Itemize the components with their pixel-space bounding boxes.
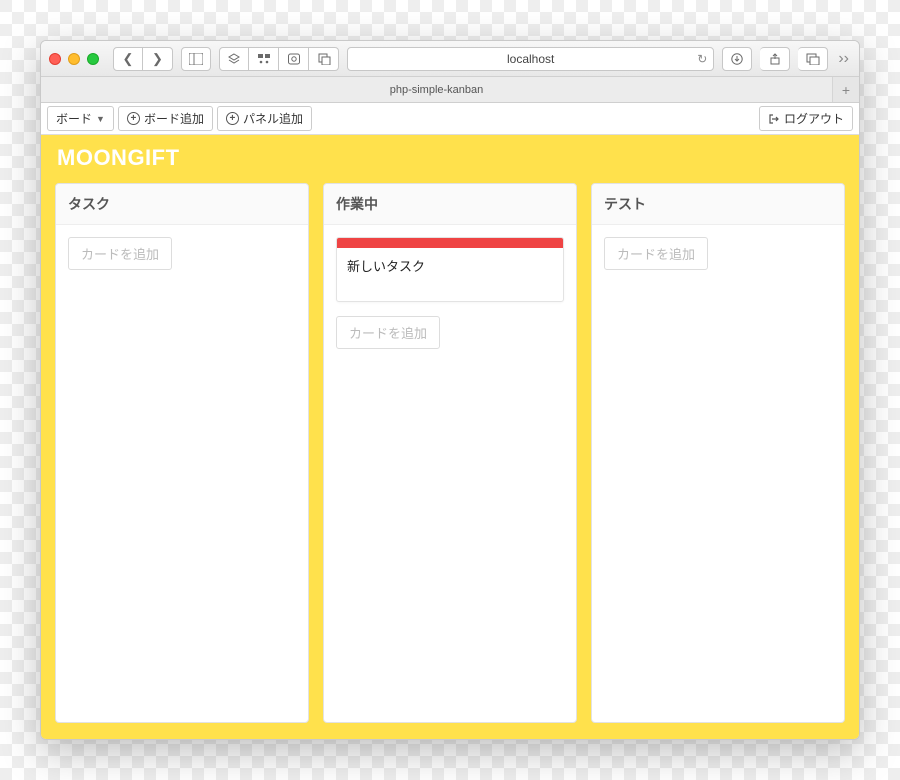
lane-body: カードを追加 [56,225,308,282]
share-button[interactable] [760,47,790,71]
add-panel-label: パネル追加 [243,110,303,127]
ext-button-1[interactable] [219,47,249,71]
download-icon [731,53,743,65]
downloads-button[interactable] [722,47,752,71]
lanes-container: タスク カードを追加 作業中 新しいタスク カードを追加 テスト [41,175,859,739]
board-menu-button[interactable]: ボード ▼ [47,106,114,131]
maximize-window-button[interactable] [87,53,99,65]
logout-label: ログアウト [784,110,844,127]
nav-buttons: ❮ ❯ [113,47,173,71]
add-card-button[interactable]: カードを追加 [68,237,172,270]
lane-tasks: タスク カードを追加 [55,183,309,723]
lane-in-progress: 作業中 新しいタスク カードを追加 [323,183,577,723]
new-tab-button[interactable]: + [833,77,859,102]
lane-test: テスト カードを追加 [591,183,845,723]
sidebar-toggle-button[interactable] [181,47,211,71]
address-bar[interactable]: localhost ↻ [347,47,714,71]
lane-title[interactable]: 作業中 [324,184,576,225]
forward-button[interactable]: ❯ [143,47,173,71]
add-card-button[interactable]: カードを追加 [336,316,440,349]
more-button[interactable]: ›› [836,50,851,68]
ext-button-4[interactable] [309,47,339,71]
close-window-button[interactable] [49,53,61,65]
lane-title[interactable]: タスク [56,184,308,225]
plus-circle-icon: + [226,112,239,125]
add-card-button[interactable]: カードを追加 [604,237,708,270]
logout-icon [768,113,780,125]
window-controls [49,53,99,65]
reload-icon[interactable]: ↻ [697,52,707,66]
browser-tabbar: php-simple-kanban + [41,77,859,103]
chevron-down-icon: ▼ [96,114,105,124]
add-board-label: ボード追加 [144,110,204,127]
minimize-window-button[interactable] [68,53,80,65]
back-button[interactable]: ❮ [113,47,143,71]
ext-button-2[interactable] [249,47,279,71]
extension-buttons [219,47,339,71]
card[interactable]: 新しいタスク [336,237,564,302]
tab-title: php-simple-kanban [390,84,484,96]
lane-body: 新しいタスク カードを追加 [324,225,576,361]
board-title: MOONGIFT [41,135,859,175]
share-icon [769,53,781,65]
tabs-icon [806,53,820,65]
ext-button-3[interactable] [279,47,309,71]
tabs-button[interactable] [798,47,828,71]
kanban-app: ボード ▼ + ボード追加 + パネル追加 ログアウト MOONGIFT タスク [41,103,859,739]
browser-window: ❮ ❯ localhost ↻ [40,40,860,740]
lane-title[interactable]: テスト [592,184,844,225]
lane-body: カードを追加 [592,225,844,282]
copy-icon [317,53,331,65]
card-title: 新しいタスク [337,248,563,301]
app-toolbar: ボード ▼ + ボード追加 + パネル追加 ログアウト [41,103,859,135]
browser-tab[interactable]: php-simple-kanban [41,77,833,102]
card-color-stripe [337,238,563,248]
grid-icon [257,53,271,65]
board-menu-label: ボード [56,110,92,127]
logout-button[interactable]: ログアウト [759,106,853,131]
sidebar-icon [189,53,203,65]
target-icon [287,53,301,65]
stack-icon [227,53,241,65]
add-panel-button[interactable]: + パネル追加 [217,106,312,131]
url-text: localhost [507,52,554,66]
plus-circle-icon: + [127,112,140,125]
browser-titlebar: ❮ ❯ localhost ↻ [41,41,859,77]
add-board-button[interactable]: + ボード追加 [118,106,213,131]
